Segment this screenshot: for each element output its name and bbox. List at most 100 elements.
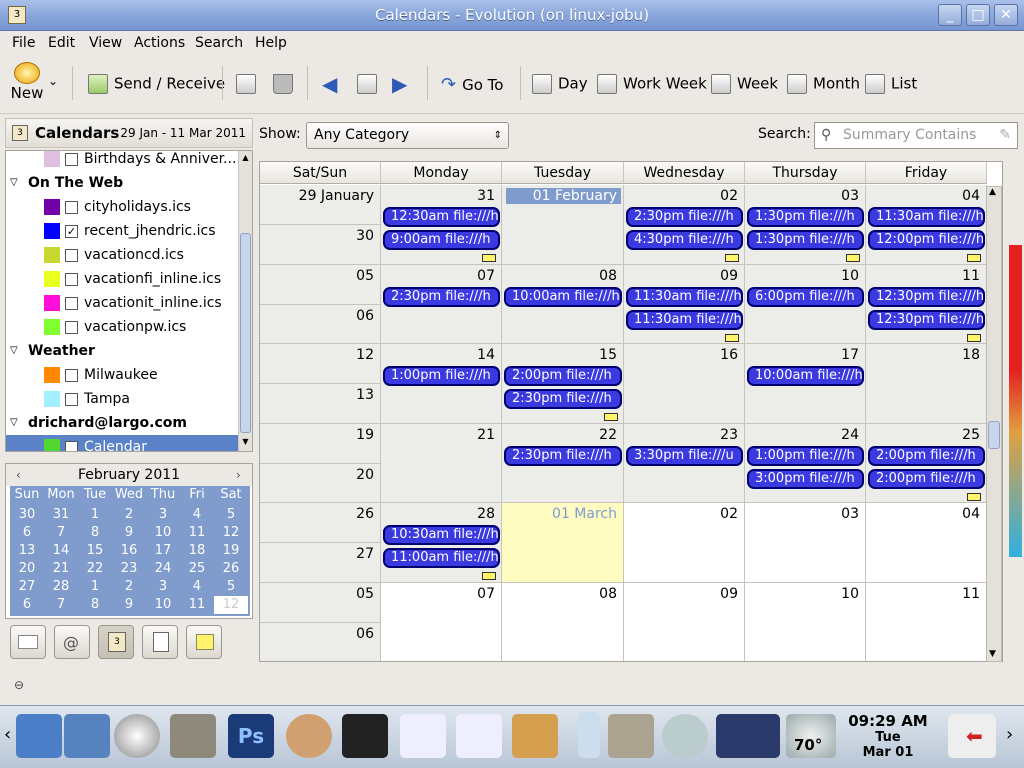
expander-triangle-icon[interactable]: ▽ — [10, 339, 18, 363]
calendar-group[interactable]: ▽ Weather — [6, 339, 238, 363]
calendar-event[interactable]: 1:00pm file:///h — [747, 445, 864, 466]
day-view-button[interactable]: Day — [532, 74, 588, 94]
mini-day[interactable]: 24 — [146, 560, 180, 578]
mini-day[interactable]: 13 — [10, 542, 44, 560]
mail-chat-icon[interactable] — [578, 712, 600, 758]
search-input[interactable]: ⚲ Summary Contains ✎ — [814, 122, 1018, 149]
delete-button[interactable] — [273, 74, 299, 94]
calendar-event[interactable]: 3:00pm file:///h — [747, 468, 864, 489]
memos-switch-button[interactable] — [186, 625, 222, 659]
mini-day[interactable]: 4 — [180, 578, 214, 596]
month-scroll-thumb[interactable] — [988, 421, 1000, 449]
more-events-icon[interactable] — [725, 254, 739, 262]
mini-day[interactable]: 6 — [10, 524, 44, 542]
calendar-event[interactable]: 1:00pm file:///h — [383, 366, 500, 387]
mini-day[interactable]: 22 — [78, 560, 112, 578]
mini-day[interactable]: 12 — [214, 524, 248, 542]
weather-icon[interactable]: 70° — [786, 714, 836, 758]
calendar-event[interactable]: 12:30pm file:///h — [868, 309, 985, 330]
more-events-icon[interactable] — [604, 413, 618, 422]
mini-day[interactable]: 1 — [78, 506, 112, 524]
print-button[interactable] — [236, 74, 262, 94]
scroll-down-icon[interactable]: ▼ — [240, 437, 251, 447]
more-events-icon[interactable] — [967, 333, 981, 342]
mini-day[interactable]: 20 — [10, 560, 44, 578]
gimp-icon[interactable] — [170, 714, 216, 758]
mini-day[interactable]: 14 — [44, 542, 78, 560]
impress-icon[interactable] — [64, 714, 110, 758]
clock[interactable]: 09:29 AM Tue Mar 01 — [842, 712, 934, 760]
calendar-event[interactable]: 12:00pm file:///h — [868, 230, 985, 250]
more-events-icon[interactable] — [967, 492, 981, 501]
users-icon[interactable] — [286, 714, 332, 758]
calendar-item[interactable]: Tampa — [6, 387, 238, 411]
day-cell[interactable]: 21 — [381, 423, 502, 504]
mini-day[interactable]: 21 — [44, 560, 78, 578]
mini-day[interactable]: 2 — [112, 506, 146, 524]
calendar-item[interactable]: Milwaukee — [6, 363, 238, 387]
weekend-sunday-cell[interactable]: 06 — [260, 623, 381, 661]
calendar-event[interactable]: 2:00pm file:///h — [504, 366, 622, 387]
weekend-saturday-cell[interactable]: 26 — [260, 503, 381, 544]
calendar-event[interactable]: 6:00pm file:///h — [747, 286, 864, 307]
mini-day[interactable]: 12 — [214, 596, 248, 614]
expander-triangle-icon[interactable]: ▽ — [10, 411, 18, 435]
more-events-icon[interactable] — [482, 254, 496, 262]
scroll-up-icon[interactable]: ▲ — [240, 153, 251, 163]
calendar-checkbox[interactable] — [65, 393, 78, 406]
calendar-event[interactable]: 10:00am file:///h — [747, 366, 864, 387]
weekend-saturday-cell[interactable]: 05 — [260, 583, 381, 623]
calendar-event[interactable]: 10:30am file:///h — [383, 525, 500, 546]
weekend-sunday-cell[interactable]: 27 — [260, 543, 381, 583]
more-events-icon[interactable] — [482, 572, 496, 581]
calendar-checkbox[interactable] — [65, 249, 78, 262]
month-scroll-down-icon[interactable]: ▼ — [989, 649, 996, 659]
mini-day[interactable]: 6 — [10, 596, 44, 614]
sidebar-scroll-thumb[interactable] — [240, 233, 251, 433]
mini-day[interactable]: 17 — [146, 542, 180, 560]
weekend-sunday-cell[interactable]: 30 — [260, 225, 381, 265]
calendar-event[interactable]: 2:30pm file:///h — [626, 207, 743, 227]
workspace-switcher-icon[interactable] — [716, 714, 780, 758]
calendar-event[interactable]: 12:30am file:///h — [383, 207, 500, 227]
list-view-button[interactable]: List — [865, 74, 917, 94]
week-view-button[interactable]: Week — [711, 74, 778, 94]
calendar-checkbox[interactable] — [65, 441, 78, 451]
category-select[interactable]: Any Category ⇕ — [306, 122, 509, 149]
mini-prev-month-icon[interactable]: ‹ — [16, 464, 21, 486]
calendar-checkbox[interactable]: ✓ — [65, 225, 78, 238]
day-cell[interactable]: 10 — [745, 583, 866, 661]
weekend-saturday-cell[interactable]: 29 January — [260, 185, 381, 225]
mini-day[interactable]: 30 — [10, 506, 44, 524]
next-arrow-icon[interactable]: ▶ — [392, 72, 407, 96]
mini-day[interactable]: 16 — [112, 542, 146, 560]
mini-day[interactable]: 8 — [78, 596, 112, 614]
day-cell[interactable]: 07 — [381, 583, 502, 661]
mini-day[interactable]: 5 — [214, 578, 248, 596]
calendar-switch-button[interactable]: 3 — [98, 625, 134, 659]
mini-day[interactable]: 23 — [112, 560, 146, 578]
calendar-item[interactable]: vacationit_inline.ics — [6, 291, 238, 315]
mini-day[interactable]: 5 — [214, 506, 248, 524]
calendar-item[interactable]: vacationcd.ics — [6, 243, 238, 267]
game-ball-icon[interactable] — [114, 714, 160, 758]
new-dropdown-arrow-icon[interactable]: ⌄ — [48, 74, 58, 88]
day-cell[interactable]: 09 — [624, 583, 745, 661]
mini-day[interactable]: 19 — [214, 542, 248, 560]
weekend-saturday-cell[interactable]: 19 — [260, 423, 381, 464]
calendar-checkbox[interactable] — [65, 201, 78, 214]
more-events-icon[interactable] — [846, 254, 860, 262]
calendar-event[interactable]: 2:30pm file:///h — [383, 286, 500, 307]
month-scrollbar[interactable]: ▲ ▼ — [986, 186, 1002, 662]
mini-day[interactable]: 28 — [44, 578, 78, 596]
mini-day[interactable]: 18 — [180, 542, 214, 560]
mini-day[interactable]: 3 — [146, 506, 180, 524]
mini-day[interactable]: 2 — [112, 578, 146, 596]
window-2-icon[interactable] — [456, 714, 502, 758]
mini-day[interactable]: 15 — [78, 542, 112, 560]
menu-help[interactable]: Help — [255, 35, 287, 51]
menu-view[interactable]: View — [89, 35, 122, 51]
calendar-event[interactable]: 1:30pm file:///h — [747, 207, 864, 227]
speaker-icon[interactable] — [662, 714, 708, 758]
day-cell[interactable]: 18 — [866, 344, 987, 424]
